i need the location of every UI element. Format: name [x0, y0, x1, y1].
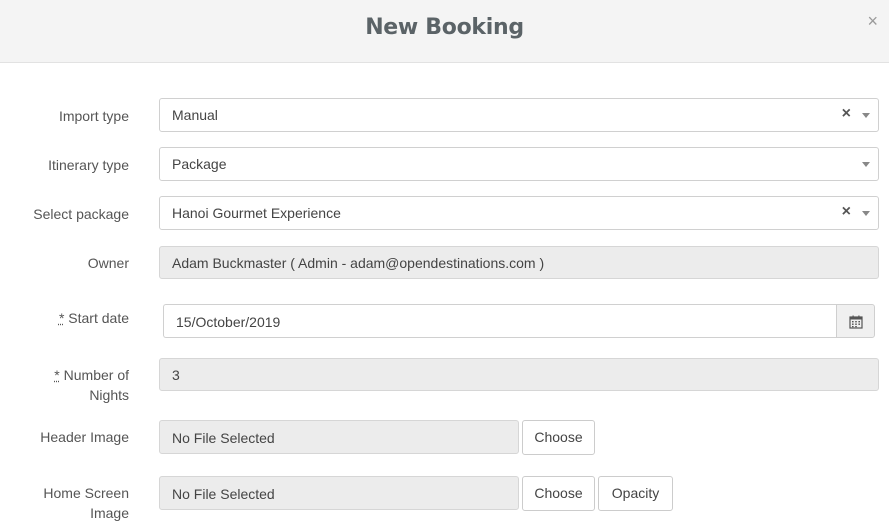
start-date-label: * Start date — [9, 308, 129, 328]
itinerary-type-label: Itinerary type — [48, 157, 129, 173]
chevron-down-icon[interactable] — [862, 162, 870, 167]
start-date-value: 15/October/2019 — [176, 314, 281, 330]
header-image-file-text: No File Selected — [172, 430, 275, 446]
chevron-down-icon[interactable] — [862, 211, 870, 216]
owner-value: Adam Buckmaster ( Admin - adam@opendesti… — [172, 255, 545, 271]
owner-label: Owner — [87, 255, 129, 271]
start-date-input[interactable]: 15/October/2019 — [163, 304, 838, 338]
number-of-nights-label: * Number of Nights — [9, 365, 129, 405]
select-package-value: Hanoi Gourmet Experience — [172, 205, 341, 221]
calendar-icon — [849, 315, 863, 329]
import-type-value: Manual — [172, 107, 218, 123]
nights-label-line1: Number of — [59, 367, 129, 383]
chevron-down-icon[interactable] — [862, 113, 870, 118]
itinerary-type-select[interactable]: Package — [159, 147, 879, 181]
itinerary-type-value: Package — [172, 156, 227, 172]
header-image-file-field: No File Selected — [159, 420, 519, 454]
select-package-select[interactable]: Hanoi Gourmet Experience × — [159, 196, 879, 230]
number-of-nights-field: 3 — [159, 358, 879, 391]
clear-icon[interactable]: × — [842, 105, 851, 123]
import-type-select[interactable]: Manual × — [159, 98, 879, 132]
header-image-label: Header Image — [40, 429, 129, 445]
home-screen-image-label: Home Screen Image — [9, 483, 129, 521]
home-screen-label-line1: Home Screen — [43, 485, 129, 501]
calendar-button[interactable] — [836, 304, 875, 338]
home-screen-image-file-field: No File Selected — [159, 476, 519, 510]
clear-icon[interactable]: × — [842, 203, 851, 221]
modal-header: New Booking × — [0, 0, 889, 63]
select-package-label: Select package — [33, 206, 129, 222]
modal-title: New Booking — [365, 15, 524, 40]
header-image-choose-button[interactable]: Choose — [522, 420, 595, 455]
import-type-label: Import type — [58, 108, 129, 124]
home-screen-image-file-text: No File Selected — [172, 486, 275, 502]
start-date-label-text: Start date — [64, 310, 129, 326]
home-screen-image-choose-button[interactable]: Choose — [522, 476, 595, 511]
close-icon[interactable]: × — [867, 12, 878, 30]
number-of-nights-value: 3 — [172, 367, 180, 383]
nights-label-line2: Nights — [89, 387, 129, 403]
home-screen-label-line2: Image — [90, 505, 129, 521]
owner-field: Adam Buckmaster ( Admin - adam@opendesti… — [159, 246, 879, 279]
home-screen-image-opacity-button[interactable]: Opacity — [598, 476, 673, 511]
